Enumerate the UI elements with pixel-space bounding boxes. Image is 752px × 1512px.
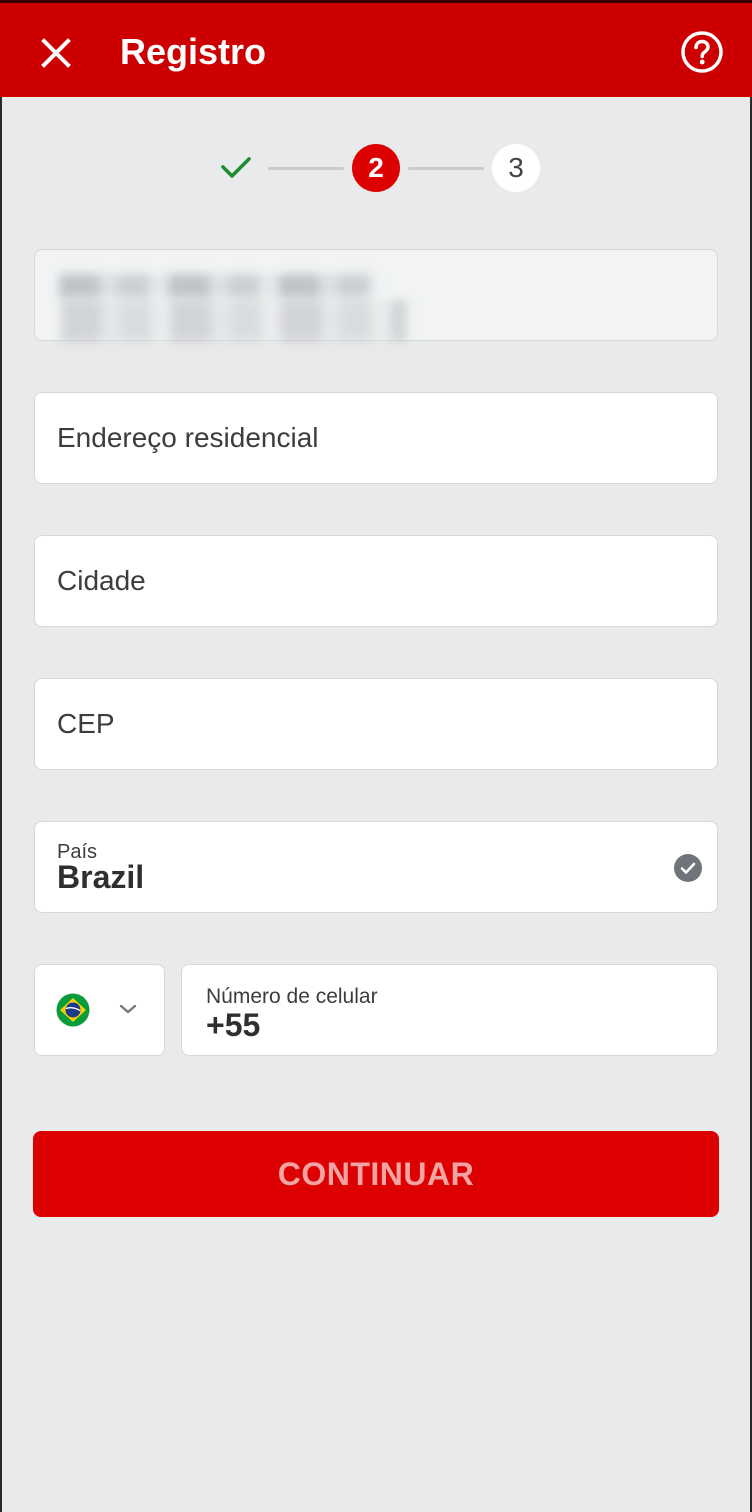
postal-code-field[interactable]: CEP — [34, 678, 718, 770]
close-button[interactable] — [36, 33, 76, 73]
city-placeholder: Cidade — [57, 565, 146, 596]
step-connector — [408, 167, 484, 170]
brazil-flag-icon — [56, 993, 90, 1027]
city-field[interactable]: Cidade — [34, 535, 718, 627]
blurred-label — [59, 274, 375, 298]
step-connector — [268, 167, 344, 170]
phone-number-field[interactable]: Número de celular +55 — [181, 964, 718, 1056]
check-icon — [221, 157, 251, 178]
progress-stepper: 2 3 — [0, 143, 752, 193]
continue-button[interactable]: CONTINUAR — [33, 1131, 719, 1217]
step-1-completed — [214, 151, 258, 185]
blurred-value — [61, 300, 407, 342]
step-2-current: 2 — [352, 144, 400, 192]
check-circle-icon — [674, 854, 702, 882]
country-value: Brazil — [57, 859, 145, 895]
page-title: Registro — [120, 31, 267, 72]
close-icon — [41, 38, 71, 68]
help-button[interactable] — [680, 30, 724, 74]
postal-code-placeholder: CEP — [57, 708, 115, 739]
help-icon — [681, 31, 723, 73]
phone-label: Número de celular — [206, 985, 378, 1008]
phone-value: +55 — [206, 1007, 261, 1043]
address-field[interactable]: Endereço residencial — [34, 392, 718, 484]
phone-country-select[interactable] — [34, 964, 165, 1056]
app-header: Registro — [0, 0, 752, 97]
full-name-field — [34, 249, 718, 342]
step-3-pending: 3 — [492, 144, 540, 192]
address-placeholder: Endereço residencial — [57, 422, 319, 453]
country-field[interactable]: País Brazil — [34, 821, 718, 913]
chevron-down-icon — [119, 1004, 137, 1014]
